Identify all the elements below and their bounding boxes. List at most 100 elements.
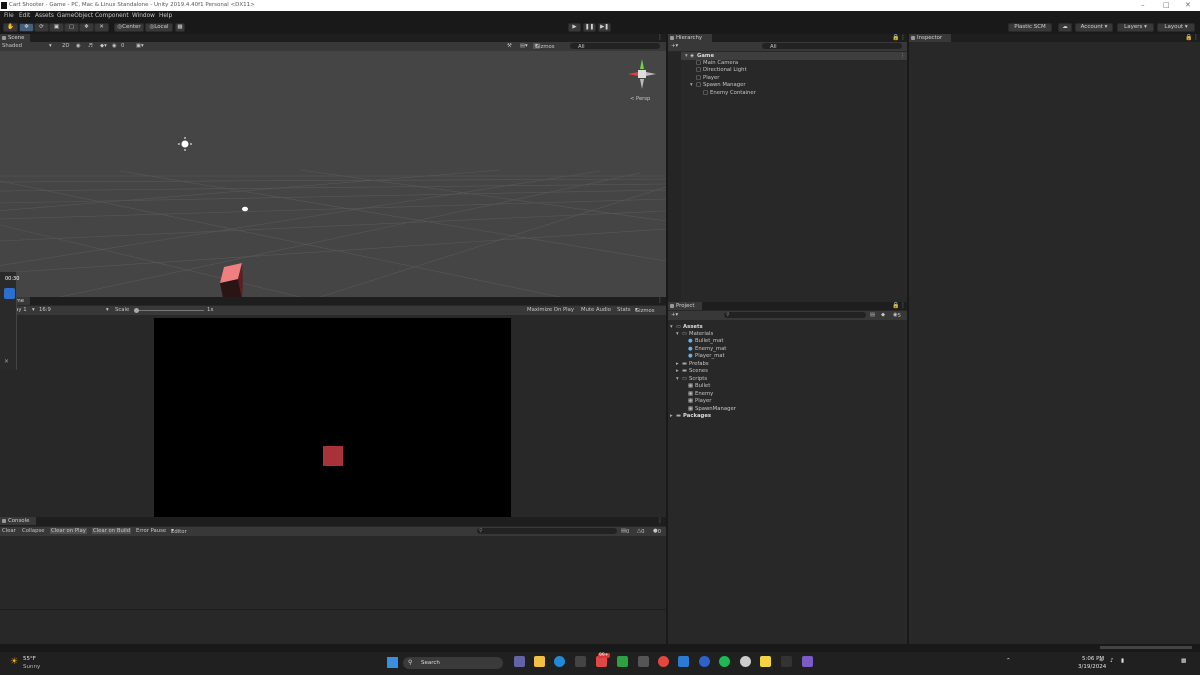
pause-button[interactable]: ❚❚ — [583, 23, 596, 32]
assets-folder[interactable]: Assets — [683, 324, 703, 330]
calculator-icon[interactable] — [638, 656, 649, 667]
record-toggle-icon[interactable] — [4, 288, 15, 299]
taskbar-search-box[interactable]: ⚲ Search — [403, 657, 503, 669]
packages-folder[interactable]: Packages — [683, 413, 711, 419]
tools-icon[interactable]: ⚒ — [507, 43, 512, 49]
menu-component[interactable]: Component — [95, 13, 129, 19]
scripts-expand-icon[interactable]: ▾ — [676, 376, 679, 382]
scenes-expand-icon[interactable]: ▸ — [676, 368, 679, 374]
asset-spawnmanager-script[interactable]: SpawnManager — [695, 406, 736, 412]
console-clear-button[interactable]: Clear — [2, 528, 16, 534]
hierarchy-item-player[interactable]: Player — [703, 75, 719, 81]
log-count-toggle[interactable]: ▤ 0 — [621, 528, 629, 535]
asset-bullet-mat[interactable]: Bullet_mat — [695, 338, 723, 344]
persp-label[interactable]: < Persp — [630, 96, 650, 102]
minimize-icon[interactable]: – — [1141, 1, 1145, 9]
chrome-icon[interactable] — [658, 656, 669, 667]
scene-menu-icon[interactable]: ⋮ — [900, 53, 905, 59]
asset-bullet-script[interactable]: Bullet — [695, 383, 710, 389]
search-by-label-icon[interactable]: ◆ — [881, 312, 885, 318]
edge-icon[interactable] — [554, 656, 565, 667]
scale-slider-thumb[interactable] — [134, 308, 139, 313]
hierarchy-item-enemy-container[interactable]: Enemy Container — [710, 90, 756, 96]
asset-enemy-script[interactable]: Enemy — [695, 391, 713, 397]
menu-edit[interactable]: Edit — [19, 13, 30, 19]
gizmos-dropdown[interactable]: Gizmos ▾ — [533, 43, 555, 50]
scripts-folder[interactable]: Scripts — [689, 376, 707, 382]
snap-icon[interactable]: ▦ — [175, 23, 185, 32]
scene-visibility-icon[interactable]: ◉ — [112, 43, 117, 49]
scale-slider[interactable] — [134, 310, 204, 311]
volume-icon[interactable]: ♪ — [1110, 658, 1114, 664]
scene-menu-icon[interactable]: ⋮ — [657, 34, 663, 41]
effects-toggle-icon[interactable]: ◆▾ — [100, 43, 107, 49]
shading-dropdown[interactable]: Shaded — [2, 43, 22, 49]
file-explorer-icon[interactable] — [534, 656, 545, 667]
store-icon[interactable] — [575, 656, 586, 667]
hierarchy-add-icon[interactable]: +▾ — [671, 43, 678, 49]
project-search-input[interactable]: ⚲ — [724, 312, 866, 318]
transform-tool-icon[interactable]: ❖ — [79, 23, 94, 32]
tab-inspector[interactable]: Inspector — [909, 34, 951, 42]
project-add-icon[interactable]: +▾ — [671, 312, 678, 318]
game-viewport[interactable] — [154, 318, 511, 517]
xbox-icon[interactable] — [617, 656, 628, 667]
visual-studio-icon[interactable] — [802, 656, 813, 667]
step-button[interactable]: ▶❚ — [598, 23, 611, 32]
prefabs-expand-icon[interactable]: ▸ — [676, 361, 679, 367]
assets-expand-icon[interactable]: ▾ — [670, 324, 673, 330]
tab-project[interactable]: Project — [668, 302, 702, 310]
battery-icon[interactable]: ▮ — [1121, 658, 1124, 664]
rotate-tool-icon[interactable]: ⟳ — [34, 23, 49, 32]
game-gizmos-dropdown[interactable]: Gizmos ▾ — [635, 307, 655, 314]
pivot-center-button[interactable]: ◎Center — [114, 23, 144, 32]
error-count-toggle[interactable]: ● 0 — [653, 528, 661, 535]
inspector-menu-icon[interactable]: ⋮ — [1193, 34, 1199, 41]
tab-scene[interactable]: Scene — [0, 34, 30, 42]
play-button[interactable]: ▶ — [568, 23, 581, 32]
wifi-icon[interactable]: ≈ — [1099, 658, 1104, 664]
scene-search-input[interactable]: All — [570, 43, 660, 50]
2d-toggle[interactable]: 2D — [62, 43, 69, 49]
layout-dropdown[interactable]: Layout ▾ — [1157, 23, 1195, 32]
plastic-scm-button[interactable]: Plastic SCM — [1008, 23, 1052, 32]
menu-gameobject[interactable]: GameObject — [57, 13, 93, 19]
move-tool-icon[interactable]: ✥ — [19, 23, 34, 32]
asset-player-script[interactable]: Player — [695, 398, 711, 404]
tab-console[interactable]: Console — [0, 517, 36, 525]
account-dropdown[interactable]: Account ▾ — [1075, 23, 1113, 32]
overlay-close-icon[interactable]: ✕ — [4, 358, 9, 365]
console-collapse-toggle[interactable]: Collapse — [22, 528, 45, 534]
rect-tool-icon[interactable]: ▢ — [64, 23, 79, 32]
console-search-input[interactable]: ⚲ — [477, 528, 617, 534]
menu-window[interactable]: Window — [132, 13, 155, 19]
console-menu-icon[interactable]: ⋮ — [657, 517, 663, 524]
windows-start-icon[interactable] — [387, 657, 398, 668]
asset-enemy-mat[interactable]: Enemy_mat — [695, 346, 726, 352]
clear-on-play-toggle[interactable]: Clear on Play — [50, 528, 87, 534]
unity-hub-icon[interactable] — [740, 656, 751, 667]
hand-tool-icon[interactable]: ✋ — [3, 23, 18, 32]
notification-icon[interactable]: ▩ — [1181, 658, 1186, 664]
custom-tool-icon[interactable]: ✕ — [94, 23, 109, 32]
stats-toggle[interactable]: Stats — [617, 307, 631, 313]
light-toggle-icon[interactable]: ◉ — [76, 43, 81, 49]
scale-tool-icon[interactable]: ▣ — [49, 23, 64, 32]
scenes-folder[interactable]: Scenes — [689, 368, 708, 374]
editor-dropdown[interactable]: Editor ▾ — [171, 528, 187, 535]
hierarchy-item-main-camera[interactable]: Main Camera — [703, 60, 738, 66]
aspect-dropdown[interactable]: 16:9 — [39, 307, 51, 313]
teams-icon[interactable] — [514, 656, 525, 667]
hierarchy-lock-icon[interactable]: 🔒 — [892, 34, 899, 41]
search-by-type-icon[interactable]: ▤ — [870, 312, 875, 318]
hierarchy-item-directional-light[interactable]: Directional Light — [703, 67, 747, 73]
camera-gizmo-icon[interactable] — [242, 206, 248, 212]
unity-editor-icon[interactable] — [781, 656, 792, 667]
project-lock-icon[interactable]: 🔒 — [892, 302, 899, 309]
media-player-icon[interactable] — [699, 656, 710, 667]
prefabs-folder[interactable]: Prefabs — [689, 361, 709, 367]
menu-help[interactable]: Help — [159, 13, 172, 19]
audio-toggle-icon[interactable]: ♬ — [88, 43, 93, 49]
pivot-local-button[interactable]: ◎Local — [145, 23, 173, 32]
tab-hierarchy[interactable]: Hierarchy — [668, 34, 712, 42]
